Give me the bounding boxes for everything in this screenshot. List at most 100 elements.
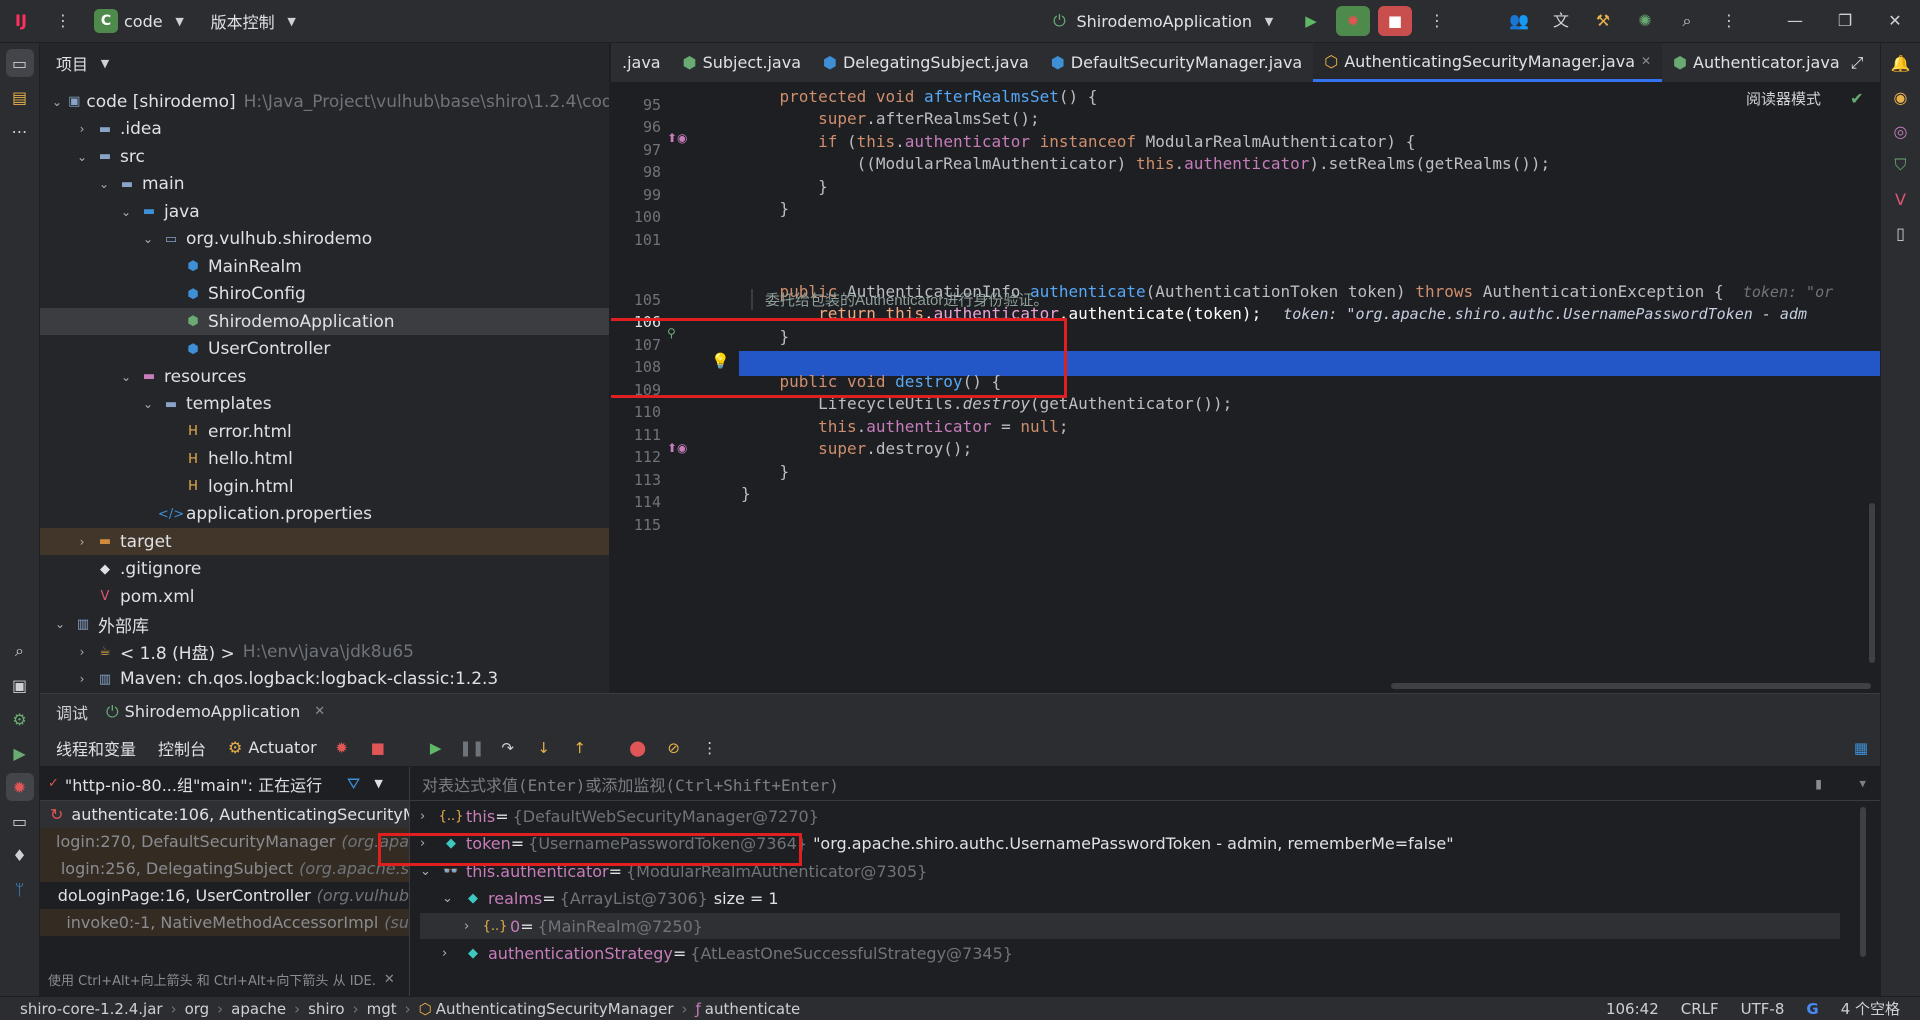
reader-button[interactable]: ▯ [1887,219,1915,247]
security-button[interactable]: ⛉ [1887,151,1915,179]
stack-frame[interactable]: login:256, DelegatingSubject (org.apache.… [40,855,409,882]
editor-tab[interactable]: ⬢ DelegatingSubject.java [812,43,1040,82]
view-breakpoints-button[interactable]: ⬤ [627,737,649,759]
horizontal-scrollbar[interactable] [1391,683,1871,689]
chevron-down-icon[interactable]: ⌄ [52,95,62,109]
step-out-button[interactable]: ↑ [569,737,591,759]
tab-console[interactable]: 控制台 [158,736,206,760]
build-tools-button[interactable]: ⚒ [1582,0,1624,43]
tree-item[interactable]: ⌄ ▬ java [40,198,609,225]
tree-item[interactable]: ⌄ ▬ main [40,171,609,198]
filter-icon[interactable]: ⛛ [347,774,360,794]
close-icon[interactable]: ✕ [384,972,395,987]
chevron-right-icon[interactable]: › [74,645,90,659]
variable-row[interactable]: › {..} 0 = {MainRealm@7250} [420,913,1840,939]
chevron-down-icon[interactable]: ⌄ [118,205,134,219]
step-over-button[interactable]: ↷ [497,737,519,759]
override-marker-icon[interactable]: ⬆◉ [667,131,688,145]
breadcrumb-item[interactable]: org [181,1000,214,1018]
stack-frame[interactable]: ↻ authenticate:106, AuthenticatingSecurit… [40,801,409,828]
thread-selector[interactable]: ✓ "http-nio-80...组"main": 正在运行 ⛛ ▼ [40,767,409,801]
override-marker-icon[interactable]: ⬆◉ [667,441,688,455]
chevron-right-icon[interactable]: › [74,672,90,686]
variable-row[interactable]: ⌄ ◆ realms = {ArrayList@7306} size = 1 [442,886,779,912]
vars-scrollbar[interactable] [1860,807,1866,957]
chevron-down-icon[interactable]: ⌄ [140,397,156,411]
debug-session-tab[interactable]: ⏻ ShirodemoApplication ✕ [106,702,325,722]
chevron-down-icon[interactable]: ⌄ [74,150,90,164]
translate-button[interactable]: 文 [1540,0,1582,43]
tree-item[interactable]: ⌄ ▥ 外部库 [40,611,609,638]
debug-tab-label[interactable]: 调试 [56,700,88,724]
ai-assistant-button[interactable]: ✺ [1624,0,1666,43]
chevron-right-icon[interactable]: › [464,919,482,934]
problems-tool-button[interactable]: ♦ [6,841,34,869]
run-config-selector[interactable]: ⏻ ShirodemoApplication ▼ [1038,0,1290,43]
layout-settings-button[interactable]: ▦ [1850,737,1872,759]
app-logo[interactable]: IJ [0,0,42,43]
chevron-down-icon[interactable]: ⌄ [52,617,68,631]
terminal-tool-button[interactable]: ▭ [6,807,34,835]
variable-row[interactable]: › ◆ authenticationStrategy = {AtLeastOneSu… [442,941,1019,967]
stack-frame[interactable]: login:270, DefaultSecurityManager (org.ap… [40,828,409,855]
chevron-down-icon[interactable]: ▼ [374,777,382,790]
tree-item[interactable]: › ☕ < 1.8 (H盘) > H:\env\java\jdk8u65 [40,638,609,665]
debug-tool-button[interactable]: ✹ [5,773,34,801]
editor-tab[interactable]: ⬡ AuthenticatingSecurityManager.java ✕ [1313,43,1663,82]
tree-item[interactable]: ⬢ MainRealm [40,253,609,280]
project-tool-button[interactable]: ▭ [5,49,34,77]
breadcrumb-item[interactable]: mgt [363,1000,401,1018]
database-button[interactable]: ◉ [1887,83,1915,111]
more-actions-button[interactable]: ⋮ [1416,0,1458,43]
notifications-button[interactable]: 🔔 [1887,49,1915,77]
close-icon[interactable]: ✕ [1641,54,1651,68]
chevron-right-icon[interactable]: › [74,122,90,136]
pause-button[interactable]: ❚❚ [459,737,484,759]
breadcrumb-item[interactable]: apache [227,1000,290,1018]
tab-threads-variables[interactable]: 线程和变量 [56,736,136,760]
services-tool-button[interactable]: ⚙ [6,705,34,733]
tree-item[interactable]: › ▥ Maven: ch.qos.logback:logback-classic:… [40,666,609,693]
chevron-down-icon[interactable]: ⌄ [140,232,156,246]
stack-frame[interactable]: doLoginPage:16, UserController (org.vulhu… [40,882,409,909]
variable-row[interactable]: › {..} this = {DefaultWebSecurityManager@7… [420,803,825,829]
tree-item[interactable]: Hhello.html [40,446,609,473]
rerun-debug-button[interactable]: ✹ [331,737,353,759]
resume-button[interactable]: ▶ [425,737,447,759]
find-tool-button[interactable]: ⌕ [6,637,34,665]
editor-tab[interactable]: ⬢ DefaultSecurityManager.java [1040,43,1313,82]
step-into-button[interactable]: ↓ [533,737,555,759]
mute-breakpoints-button[interactable]: ⊘ [663,737,685,759]
tree-item[interactable]: ⌄ ▭ org.vulhub.shirodemo [40,226,609,253]
tree-item[interactable]: ⌄ ▣ code [shirodemo] H:\Java_Project\vulhub… [40,88,609,115]
chevron-down-icon[interactable]: ⌄ [96,177,112,191]
tree-item[interactable]: Vpom.xml [40,583,609,610]
chevron-down-icon[interactable]: ⌄ [442,891,460,906]
watch-expression-input[interactable]: 对表达式求值(Enter)或添加监视(Ctrl+Shift+Enter) ▮ ▼ [410,767,1880,801]
reader-mode-toggle[interactable]: 阅读器模式 ✔ [1746,88,1864,109]
tree-item[interactable]: › ▬ .idea [40,116,609,143]
search-everywhere-button[interactable]: ⌕ [1666,0,1708,43]
vcs-menu[interactable]: 版本控制 ▼ [201,0,313,43]
tree-item[interactable]: Hlogin.html [40,473,609,500]
caret-position[interactable]: 106:42 [1606,1000,1659,1018]
editor-tab[interactable]: .java [611,43,672,82]
tree-item[interactable]: ⬢ ShiroConfig [40,281,609,308]
code-with-me-button[interactable]: 👥 [1498,0,1540,43]
more-tools-button[interactable]: ⋯ [6,117,34,145]
chevron-right-icon[interactable]: › [442,946,460,961]
bookmark-icon[interactable]: ▮ [1814,774,1824,793]
maximize-icon[interactable]: ⤢ [1851,53,1864,73]
chevron-down-icon[interactable]: ⌄ [118,370,134,384]
tree-item[interactable]: › ▬ target [40,528,609,555]
close-window-button[interactable]: ✕ [1870,0,1920,43]
minimize-button[interactable]: — [1770,0,1820,43]
breadcrumb-item[interactable]: ⬡ AuthenticatingSecurityManager [415,1000,678,1018]
tree-item[interactable]: </> application.properties [40,501,609,528]
stop-debug-button[interactable]: ■ [367,737,389,759]
google-translate-icon[interactable]: G [1806,1000,1818,1018]
editor-tab[interactable]: ⬢ Subject.java [672,43,812,82]
chevron-right-icon[interactable]: › [420,809,438,824]
tree-item[interactable]: Herror.html [40,418,609,445]
editor-tab[interactable]: ⬢ Authenticator.java [1662,43,1851,82]
